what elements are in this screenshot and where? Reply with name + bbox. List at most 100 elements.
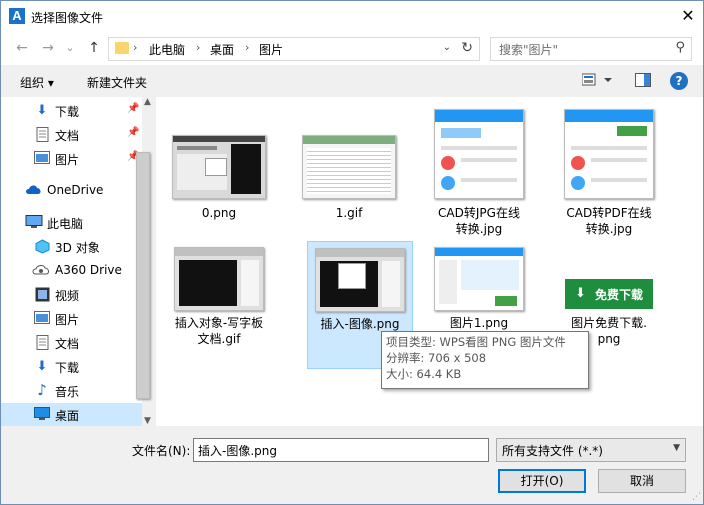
command-toolbar: 组织 ▾ 新建文件夹 ? xyxy=(1,65,703,97)
sidebar-item-quick-documents[interactable]: 文档 📌 xyxy=(1,123,142,146)
download-icon: ⬇ xyxy=(36,359,48,374)
sidebar-item-label: 3D 对象 xyxy=(55,241,100,255)
sidebar-item-label: 此电脑 xyxy=(47,217,84,231)
scroll-up-icon[interactable]: ▲ xyxy=(144,97,151,107)
new-folder-button[interactable]: 新建文件夹 xyxy=(87,74,147,91)
sidebar-scrollbar[interactable]: ▲ ▼ xyxy=(136,97,156,426)
sidebar-item-label: 桌面 xyxy=(55,409,80,423)
breadcrumb-pictures[interactable]: 图片 xyxy=(259,41,283,58)
filename-label: 文件名(N): xyxy=(132,444,191,458)
sidebar-item-documents[interactable]: 文档 xyxy=(1,331,142,354)
tooltip-item-type: 项目类型: WPS看图 PNG 图片文件 xyxy=(386,335,566,349)
file-name-line1: CAD转JPG在线 xyxy=(438,206,520,220)
sidebar-item-label: 图片 xyxy=(55,313,80,327)
video-icon xyxy=(34,287,50,302)
drive-icon xyxy=(32,263,49,278)
breadcrumb-this-pc[interactable]: 此电脑 xyxy=(149,41,185,58)
file-name: 1.gif xyxy=(335,206,363,220)
file-thumbnail xyxy=(172,135,266,199)
sidebar-item-videos[interactable]: 视频 xyxy=(1,283,142,306)
file-item[interactable]: 1.gif xyxy=(297,105,401,231)
file-name-line2: 转换.jpg xyxy=(455,222,503,236)
breadcrumb-desktop[interactable]: 桌面 xyxy=(210,41,234,58)
file-thumbnail xyxy=(434,109,524,199)
recent-locations-dropdown[interactable]: ⌄ xyxy=(59,38,81,58)
file-name-line2: 文档.gif xyxy=(197,332,241,346)
sidebar-item-label: 文档 xyxy=(55,337,80,351)
view-options-icon[interactable] xyxy=(581,73,612,90)
file-thumbnail: ⬇ 免费下载 xyxy=(565,279,653,309)
open-button[interactable]: 打开(O) xyxy=(498,469,586,493)
scroll-down-icon[interactable]: ▼ xyxy=(144,416,151,426)
breadcrumb-separator-icon: › xyxy=(245,41,250,54)
sidebar-item-label: OneDrive xyxy=(47,183,104,197)
sidebar-item-label: 音乐 xyxy=(55,385,80,399)
help-button[interactable]: ? xyxy=(670,72,688,90)
up-button[interactable]: ↑ xyxy=(83,38,105,58)
navigation-bar: ← → ⌄ ↑ › 此电脑 › 桌面 › 图片 ⌄ ↻ 搜索"图片" ⚲ xyxy=(1,33,703,63)
filename-field[interactable]: 插入-图像.png xyxy=(193,438,489,462)
thumbnail-text: 免费下载 xyxy=(595,288,644,302)
search-icon[interactable]: ⚲ xyxy=(675,40,685,55)
file-item[interactable]: 0.png xyxy=(167,105,271,231)
file-name-line2: 转换.jpg xyxy=(585,222,633,236)
cancel-button[interactable]: 取消 xyxy=(598,469,686,493)
sidebar-item-label: 视频 xyxy=(55,289,80,303)
sidebar-item-quick-downloads[interactable]: ⬇ 下载 📌 xyxy=(1,99,142,122)
search-box[interactable]: 搜索"图片" ⚲ xyxy=(490,37,692,61)
filetype-select[interactable]: 所有支持文件 (*.*) ▼ xyxy=(496,438,686,462)
cube-icon xyxy=(34,239,50,254)
sidebar-item-label: 下载 xyxy=(55,361,80,375)
close-button[interactable]: ✕ xyxy=(673,1,703,31)
scrollbar-thumb[interactable] xyxy=(136,152,150,399)
picture-icon xyxy=(34,311,50,326)
tooltip-resolution: 分辨率: 706 x 508 xyxy=(386,351,487,365)
download-icon: ⬇ xyxy=(36,103,48,118)
sidebar-item-music[interactable]: ♪ 音乐 xyxy=(1,379,142,402)
sidebar-item-label: 图片 xyxy=(55,153,80,167)
music-icon: ♪ xyxy=(37,381,47,399)
sidebar-item-3d-objects[interactable]: 3D 对象 xyxy=(1,235,142,258)
sidebar-item-this-pc[interactable]: 此电脑 xyxy=(1,211,142,234)
desktop-icon xyxy=(34,407,50,422)
file-item[interactable]: CAD转PDF在线 转换.jpg xyxy=(557,105,661,236)
navigation-pane: ⬇ 下载 📌 文档 📌 图片 📌 OneDrive 此电脑 3D 对象 A360… xyxy=(1,97,156,426)
refresh-icon[interactable]: ↻ xyxy=(461,40,473,56)
file-name: 图片1.png xyxy=(449,316,509,330)
file-item[interactable]: CAD转JPG在线 转换.jpg xyxy=(427,105,531,236)
computer-icon xyxy=(25,215,43,230)
address-bar[interactable]: › 此电脑 › 桌面 › 图片 ⌄ ↻ xyxy=(108,37,480,61)
back-button[interactable]: ← xyxy=(11,38,33,58)
file-name: 0.png xyxy=(201,206,237,220)
filename-input[interactable]: 插入-图像.png xyxy=(198,442,277,459)
preview-pane-icon[interactable] xyxy=(635,73,651,90)
address-dropdown-icon[interactable]: ⌄ xyxy=(443,42,451,53)
title-bar: A 选择图像文件 ✕ xyxy=(1,1,703,32)
sidebar-item-onedrive[interactable]: OneDrive xyxy=(1,179,142,202)
resize-grip-icon[interactable]: ⋰ xyxy=(692,492,701,502)
organize-menu[interactable]: 组织 ▾ xyxy=(20,74,54,91)
download-icon: ⬇ xyxy=(575,286,586,301)
search-input[interactable]: 搜索"图片" xyxy=(499,41,558,58)
sidebar-item-quick-pictures[interactable]: 图片 📌 xyxy=(1,147,142,170)
sidebar-item-downloads[interactable]: ⬇ 下载 xyxy=(1,355,142,378)
file-name: 插入-图像.png xyxy=(320,317,400,331)
sidebar-item-label: A360 Drive xyxy=(55,263,122,277)
forward-button[interactable]: → xyxy=(37,38,59,58)
sidebar-item-label: 下载 xyxy=(55,105,80,119)
chevron-down-icon: ▼ xyxy=(673,443,680,453)
breadcrumb-separator-icon: › xyxy=(133,41,138,54)
window-title: 选择图像文件 xyxy=(31,11,104,25)
file-thumbnail xyxy=(302,135,396,199)
sidebar-item-desktop[interactable]: 桌面 xyxy=(1,403,142,426)
sidebar-item-pictures[interactable]: 图片 xyxy=(1,307,142,330)
document-icon xyxy=(34,127,50,142)
file-name-line1: CAD转PDF在线 xyxy=(566,206,652,220)
file-item[interactable]: 插入对象-写字板 文档.gif xyxy=(167,241,271,367)
pin-icon[interactable]: 📌 xyxy=(127,103,139,114)
file-name-line1: 图片免费下载. xyxy=(571,316,647,330)
file-open-dialog: A 选择图像文件 ✕ ← → ⌄ ↑ › 此电脑 › 桌面 › 图片 ⌄ ↻ 搜… xyxy=(0,0,704,505)
sidebar-item-a360-drive[interactable]: A360 Drive xyxy=(1,259,142,282)
pin-icon[interactable]: 📌 xyxy=(127,127,139,138)
folder-icon xyxy=(115,42,129,54)
